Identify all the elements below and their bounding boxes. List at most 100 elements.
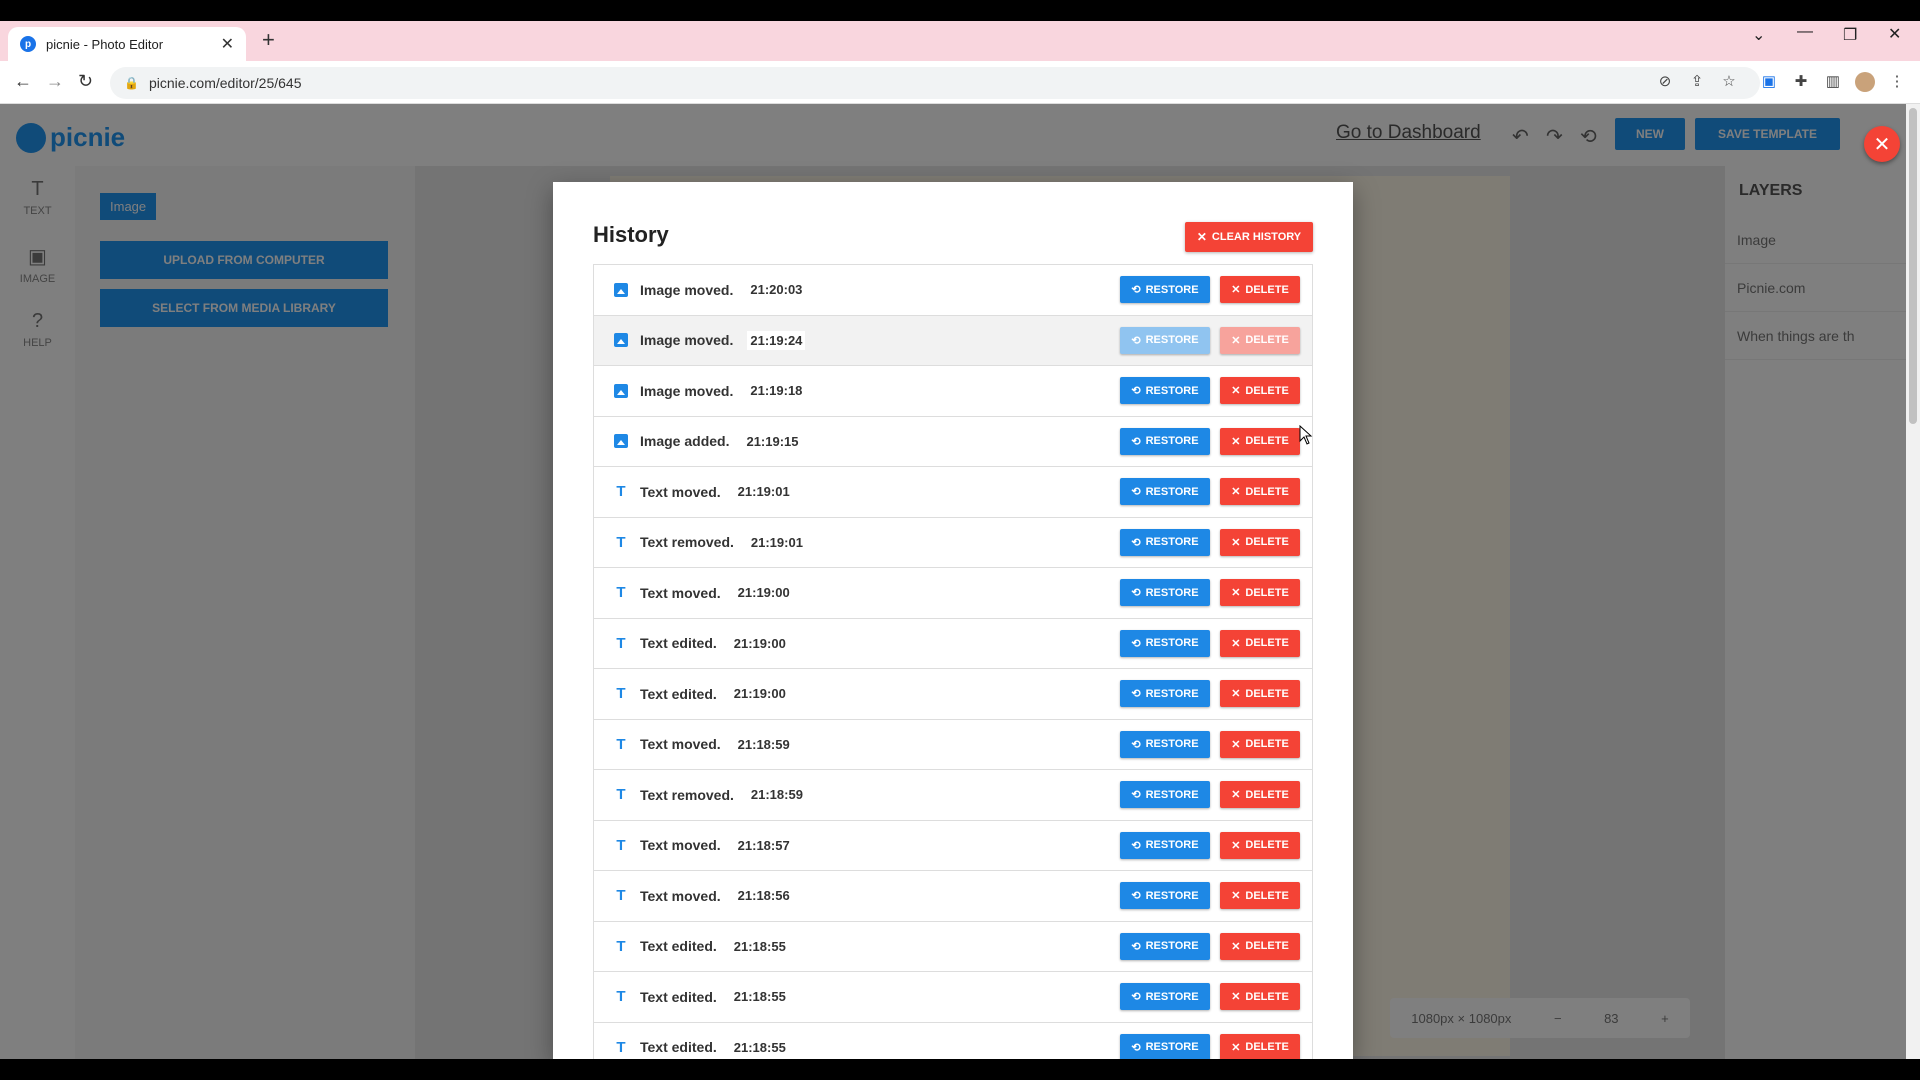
history-entry-label: Image added. — [640, 433, 730, 450]
restore-button[interactable]: ⟲ RESTORE — [1120, 427, 1210, 455]
url-text: picnie.com/editor/25/645 — [148, 75, 302, 91]
restore-button[interactable]: ⟲ RESTORE — [1120, 276, 1210, 303]
close-icon: ✕ — [1231, 789, 1241, 801]
delete-button[interactable]: ✕ DELETE — [1220, 882, 1300, 909]
delete-button[interactable]: ✕ DELETE — [1220, 326, 1300, 354]
history-row-actions: ⟲ RESTORE ✕ DELETE — [1120, 377, 1300, 404]
restore-button[interactable]: ⟲ RESTORE — [1120, 680, 1210, 707]
restore-button[interactable]: ⟲ RESTORE — [1120, 579, 1210, 606]
history-entry-time: 21:18:57 — [734, 835, 793, 855]
restore-button[interactable]: ⟲ RESTORE — [1120, 983, 1210, 1010]
history-entry-time: 21:19:24 — [747, 330, 806, 350]
tab-close-icon[interactable]: ✕ — [221, 34, 234, 54]
close-icon: ✕ — [1231, 587, 1241, 599]
restore-label: RESTORE — [1145, 586, 1199, 599]
history-row: T Text moved. 21:19:00 ⟲ RESTORE ✕ DELETE — [594, 568, 1312, 619]
history-row-actions: ⟲ RESTORE ✕ DELETE — [1120, 932, 1300, 960]
profile-avatar-icon[interactable] — [1855, 72, 1875, 92]
text-icon: T — [616, 937, 626, 955]
page-scrollbar[interactable] — [1906, 104, 1920, 1059]
restore-label: RESTORE — [1145, 435, 1199, 447]
history-entry-label: Text moved. — [640, 584, 721, 601]
minimize-icon[interactable]: — — [1797, 23, 1813, 41]
history-entry-label: Text edited. — [640, 988, 717, 1005]
delete-button[interactable]: ✕ DELETE — [1220, 276, 1300, 303]
restore-button[interactable]: ⟲ RESTORE — [1120, 629, 1210, 657]
delete-button[interactable]: ✕ DELETE — [1220, 1033, 1300, 1059]
menu-kebab-icon[interactable]: ⋮ — [1887, 72, 1907, 92]
close-window-icon[interactable]: ✕ — [1888, 24, 1901, 44]
history-entry-label: Image moved. — [640, 281, 734, 298]
restore-icon: ⟲ — [1131, 284, 1141, 296]
delete-button[interactable]: ✕ DELETE — [1220, 730, 1300, 758]
forward-icon[interactable]: → — [46, 71, 64, 92]
share-icon[interactable]: ⇪ — [1687, 72, 1707, 92]
modal-title: History — [593, 222, 669, 247]
restore-icon: ⟲ — [1131, 839, 1141, 852]
restore-button[interactable]: ⟲ RESTORE — [1120, 831, 1210, 859]
clear-history-button[interactable]: ✕ CLEAR HISTORY — [1185, 222, 1313, 252]
reload-icon[interactable]: ↻ — [78, 71, 93, 92]
delete-button[interactable]: ✕ DELETE — [1220, 478, 1300, 505]
restore-icon: ⟲ — [1131, 789, 1141, 801]
delete-button[interactable]: ✕ DELETE — [1220, 528, 1300, 556]
tab-search-chevron-icon[interactable]: ⌄ — [1752, 25, 1765, 45]
restore-button[interactable]: ⟲ RESTORE — [1120, 478, 1210, 505]
history-entry-label: Text moved. — [640, 483, 721, 500]
history-row: Image moved. 21:19:18 ⟲ RESTORE ✕ DELETE — [594, 366, 1312, 417]
delete-label: DELETE — [1245, 586, 1289, 599]
delete-button[interactable]: ✕ DELETE — [1220, 579, 1300, 606]
close-icon: ✕ — [1873, 133, 1891, 156]
sidepanel-icon[interactable]: ▥ — [1823, 72, 1843, 92]
clear-history-label: CLEAR HISTORY — [1211, 231, 1302, 243]
history-row: T Text moved. 21:18:59 ⟲ RESTORE ✕ DELETE — [594, 720, 1312, 770]
history-list: Image moved. 21:20:03 ⟲ RESTORE ✕ DELETE Image… — [593, 264, 1313, 1059]
close-icon: ✕ — [1231, 435, 1241, 448]
restore-button[interactable]: ⟲ RESTORE — [1120, 781, 1210, 808]
delete-button[interactable]: ✕ DELETE — [1220, 781, 1300, 808]
history-entry-label: Text edited. — [640, 1039, 717, 1056]
close-modal-button[interactable]: ✕ — [1864, 126, 1900, 162]
restore-icon: ⟲ — [1131, 688, 1141, 700]
back-icon[interactable]: ← — [14, 71, 32, 92]
delete-button[interactable]: ✕ DELETE — [1220, 983, 1300, 1010]
delete-button[interactable]: ✕ DELETE — [1220, 377, 1300, 404]
scrollbar-thumb[interactable] — [1909, 108, 1917, 424]
history-entry-time: 21:19:15 — [743, 431, 802, 451]
delete-button[interactable]: ✕ DELETE — [1220, 427, 1300, 455]
restore-button[interactable]: ⟲ RESTORE — [1120, 730, 1210, 758]
delete-label: DELETE — [1245, 536, 1289, 548]
text-icon: T — [616, 1038, 626, 1056]
restore-label: RESTORE — [1145, 687, 1199, 700]
history-entry-time: 21:18:59 — [747, 785, 806, 805]
browser-address-bar: ← → ↻ 🔒 picnie.com/editor/25/645 ⊘ ⇪ ☆ ▣… — [0, 61, 1920, 104]
history-entry-label: Text edited. — [640, 685, 717, 702]
restore-label: RESTORE — [1145, 889, 1199, 902]
bookmark-star-icon[interactable]: ☆ — [1719, 72, 1739, 92]
delete-button[interactable]: ✕ DELETE — [1220, 629, 1300, 657]
restore-button[interactable]: ⟲ RESTORE — [1120, 326, 1210, 354]
history-entry-time: 21:18:56 — [734, 886, 793, 906]
restore-button[interactable]: ⟲ RESTORE — [1120, 377, 1210, 404]
new-tab-icon[interactable]: + — [262, 27, 275, 53]
image-icon — [614, 282, 628, 297]
url-field[interactable]: 🔒 picnie.com/editor/25/645 — [110, 67, 1760, 99]
history-row: T Text moved. 21:19:01 ⟲ RESTORE ✕ DELETE — [594, 467, 1312, 518]
browser-tab[interactable]: p picnie - Photo Editor ✕ — [8, 27, 246, 61]
extension-icon[interactable]: ▣ — [1759, 72, 1779, 92]
restore-button[interactable]: ⟲ RESTORE — [1120, 1033, 1210, 1059]
text-icon: T — [616, 685, 626, 703]
history-modal: History ✕ CLEAR HISTORY Image moved. 21:2… — [553, 182, 1353, 1059]
delete-button[interactable]: ✕ DELETE — [1220, 932, 1300, 960]
history-entry-time: 21:18:55 — [730, 936, 789, 956]
restore-button[interactable]: ⟲ RESTORE — [1120, 932, 1210, 960]
puzzle-icon[interactable]: ✚ — [1791, 72, 1811, 92]
restore-button[interactable]: ⟲ RESTORE — [1120, 528, 1210, 556]
history-row-actions: ⟲ RESTORE ✕ DELETE — [1120, 680, 1300, 707]
delete-button[interactable]: ✕ DELETE — [1220, 831, 1300, 859]
restore-label: RESTORE — [1145, 334, 1199, 346]
eye-off-icon[interactable]: ⊘ — [1655, 72, 1675, 92]
delete-button[interactable]: ✕ DELETE — [1220, 680, 1300, 707]
restore-button[interactable]: ⟲ RESTORE — [1120, 882, 1210, 909]
restore-window-icon[interactable]: ❐ — [1843, 25, 1857, 45]
